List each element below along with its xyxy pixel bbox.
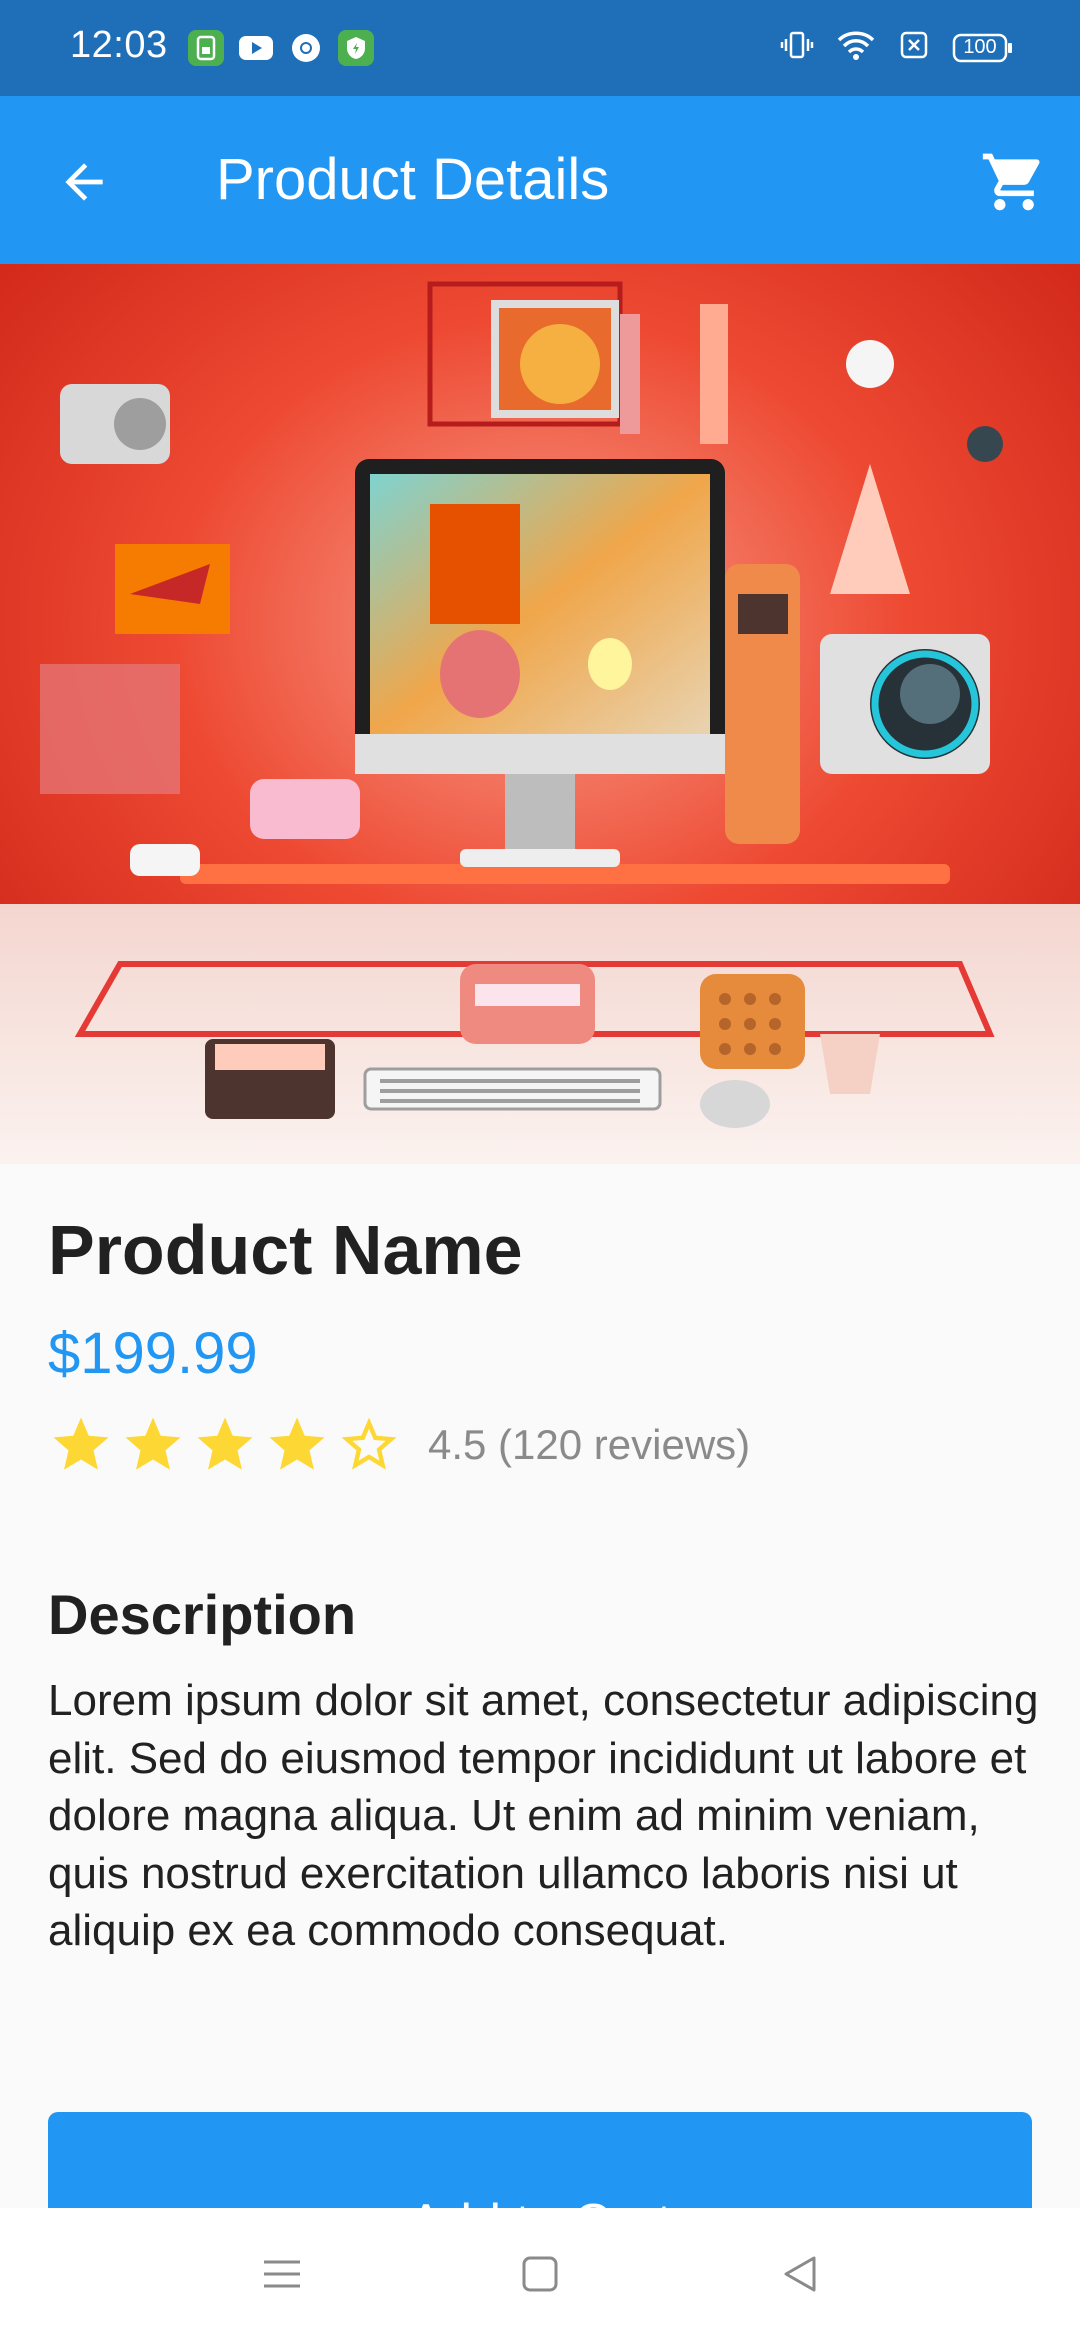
status-system-icons: 100 xyxy=(780,28,1014,67)
shield-icon xyxy=(338,30,374,66)
home-button[interactable] xyxy=(510,2244,570,2304)
menu-button[interactable] xyxy=(252,2244,312,2304)
battery-icon: 100 xyxy=(952,32,1014,64)
rating-row: 4.5 (120 reviews) xyxy=(48,1412,750,1478)
arrow-back-icon xyxy=(65,163,103,201)
page-title: Product Details xyxy=(216,147,610,212)
back-triangle-icon xyxy=(784,2256,816,2292)
back-button[interactable] xyxy=(48,146,120,218)
sim-icon xyxy=(188,30,224,66)
product-name: Product Name xyxy=(48,1211,523,1289)
status-time: 12:03 xyxy=(70,24,168,66)
sim-off-icon xyxy=(898,29,930,66)
menu-icon xyxy=(264,2260,300,2288)
star-full-icon xyxy=(197,1417,253,1470)
star-empty-icon xyxy=(341,1417,397,1470)
star-full-icon xyxy=(125,1417,181,1470)
product-price: $199.99 xyxy=(48,1321,258,1386)
cart-button[interactable] xyxy=(972,140,1056,224)
shopping-cart-icon xyxy=(982,153,1040,211)
youtube-icon xyxy=(238,30,274,66)
rating-text: 4.5 (120 reviews) xyxy=(428,1421,751,1468)
home-icon xyxy=(522,2256,558,2292)
star-full-icon xyxy=(53,1417,109,1470)
app-bar: Product Details xyxy=(0,96,1080,264)
star-full-icon xyxy=(269,1417,325,1470)
system-back-button[interactable] xyxy=(770,2244,830,2304)
wifi-icon xyxy=(836,28,876,67)
status-app-icons xyxy=(188,30,374,66)
description-heading: Description xyxy=(48,1583,357,1646)
battery-level: 100 xyxy=(963,35,997,58)
status-bar: 12:03 100 xyxy=(0,0,1080,96)
description-text: Lorem ipsum dolor sit amet, consectetur … xyxy=(48,1676,1039,1955)
product-image xyxy=(0,264,1080,1164)
vibrate-icon xyxy=(780,28,814,67)
chrome-icon xyxy=(288,30,324,66)
system-nav-bar xyxy=(0,2208,1080,2340)
star-rating xyxy=(48,1412,402,1478)
